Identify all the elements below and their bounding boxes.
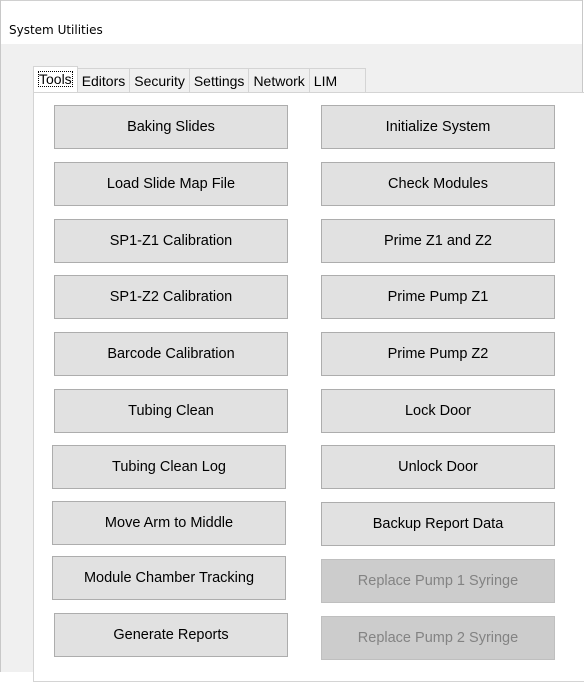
tab-network[interactable]: Network <box>249 68 310 92</box>
tools-tab-panel: Baking Slides Load Slide Map File SP1-Z1… <box>33 92 584 682</box>
load-slide-map-file-button[interactable]: Load Slide Map File <box>54 162 288 206</box>
lock-door-button[interactable]: Lock Door <box>321 389 555 433</box>
tab-editors[interactable]: Editors <box>77 68 131 92</box>
prime-pump-z2-button[interactable]: Prime Pump Z2 <box>321 332 555 376</box>
tab-lim-label: LIM <box>313 73 338 89</box>
sp1-z2-calibration-button[interactable]: SP1-Z2 Calibration <box>54 275 288 319</box>
tab-strip: Tools Editors Security Settings Network … <box>33 66 367 92</box>
replace-pump-1-syringe-button[interactable]: Replace Pump 1 Syringe <box>321 559 555 603</box>
tab-network-label: Network <box>253 73 305 89</box>
sp1-z1-calibration-button[interactable]: SP1-Z1 Calibration <box>54 219 288 263</box>
tab-security-label: Security <box>134 73 185 89</box>
tab-settings-label: Settings <box>193 73 245 89</box>
window-title: System Utilities <box>9 23 103 37</box>
backup-report-data-button[interactable]: Backup Report Data <box>321 502 555 546</box>
tab-tools-label: Tools <box>38 71 73 87</box>
tab-lim[interactable]: LIM <box>309 68 367 92</box>
prime-z1-and-z2-button[interactable]: Prime Z1 and Z2 <box>321 219 555 263</box>
tubing-clean-log-button[interactable]: Tubing Clean Log <box>52 445 286 489</box>
replace-pump-2-syringe-button[interactable]: Replace Pump 2 Syringe <box>321 616 555 660</box>
title-bar[interactable]: System Utilities <box>1 0 582 44</box>
system-utilities-window: System Utilities Tools Editors Security … <box>0 0 584 682</box>
move-arm-to-middle-button[interactable]: Move Arm to Middle <box>52 501 286 545</box>
module-chamber-tracking-button[interactable]: Module Chamber Tracking <box>52 556 286 600</box>
tab-editors-label: Editors <box>81 73 126 89</box>
baking-slides-button[interactable]: Baking Slides <box>54 105 288 149</box>
tab-settings[interactable]: Settings <box>189 68 250 92</box>
tubing-clean-button[interactable]: Tubing Clean <box>54 389 288 433</box>
check-modules-button[interactable]: Check Modules <box>321 162 555 206</box>
tab-tools[interactable]: Tools <box>33 66 78 92</box>
barcode-calibration-button[interactable]: Barcode Calibration <box>54 332 288 376</box>
initialize-system-button[interactable]: Initialize System <box>321 105 555 149</box>
generate-reports-button[interactable]: Generate Reports <box>54 613 288 657</box>
tab-security[interactable]: Security <box>130 68 190 92</box>
unlock-door-button[interactable]: Unlock Door <box>321 445 555 489</box>
prime-pump-z1-button[interactable]: Prime Pump Z1 <box>321 275 555 319</box>
